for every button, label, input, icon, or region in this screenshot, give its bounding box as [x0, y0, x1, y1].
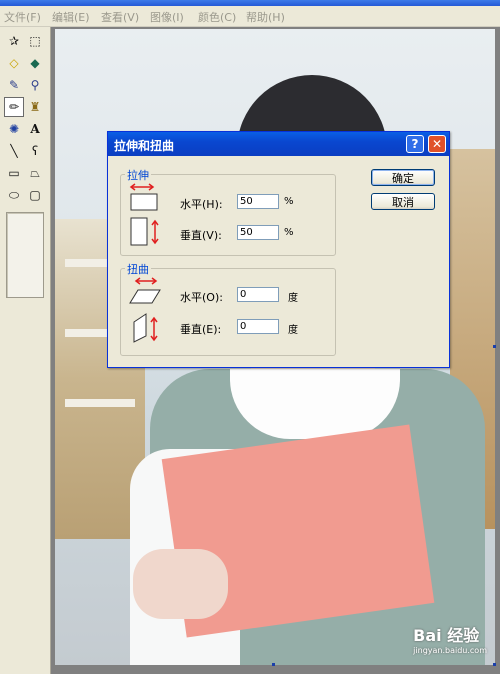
stretch-vertical-label: 垂直(V):	[180, 229, 222, 242]
toolbox: ✰ ⬚ ◇ ◆ ✎ ⚲ ✏ ♜ ✺ A ╲ ʕ ▭ ⏢ ⬭ ▢	[0, 27, 51, 674]
skew-horizontal-unit: 度	[288, 293, 298, 304]
curve-icon[interactable]: ʕ	[25, 141, 45, 161]
stretch-horizontal-label: 水平(H):	[180, 198, 223, 211]
pencil-icon[interactable]: ✏	[4, 97, 24, 117]
tool-options-panel[interactable]	[6, 212, 44, 298]
stretch-vertical-icon	[130, 217, 159, 246]
free-select-icon[interactable]: ✰	[4, 31, 24, 51]
rounded-rect-icon[interactable]: ▢	[25, 185, 45, 205]
skew-vertical-label: 垂直(E):	[180, 323, 222, 336]
color-picker-icon[interactable]: ✎	[4, 75, 24, 95]
menu-file[interactable]: 文件(F)	[4, 9, 41, 25]
watermark-url: jingyan.baidu.com	[413, 646, 487, 655]
menu-view[interactable]: 查看(V)	[101, 9, 139, 25]
stretch-group-label: 拉伸	[125, 167, 151, 183]
airbrush-icon[interactable]: ✺	[4, 119, 24, 139]
resize-handle[interactable]	[493, 663, 496, 666]
resize-handle[interactable]	[493, 345, 496, 348]
menu-bar: 文件(F) 编辑(E) 查看(V) 图像(I) 颜色(C) 帮助(H)	[0, 6, 500, 27]
stretch-horizontal-unit: %	[284, 196, 294, 207]
help-button[interactable]: ?	[406, 135, 424, 153]
stretch-vertical-input[interactable]: 50	[237, 225, 279, 240]
rect-select-icon[interactable]: ⬚	[25, 31, 45, 51]
watermark-brand: Bai 经验	[413, 626, 480, 645]
stretch-vertical-unit: %	[284, 227, 294, 238]
cancel-button[interactable]: 取消	[371, 193, 435, 210]
dialog-title: 拉伸和扭曲	[114, 139, 175, 153]
magnifier-icon[interactable]: ⚲	[25, 75, 45, 95]
text-icon[interactable]: A	[25, 119, 45, 139]
skew-vertical-unit: 度	[288, 325, 298, 336]
stretch-horizontal-input[interactable]: 50	[237, 194, 279, 209]
watermark: Bai 经验 jingyan.baidu.com	[413, 622, 487, 655]
dialog-title-bar[interactable]: 拉伸和扭曲 ? ✕	[108, 132, 449, 156]
stretch-skew-dialog: 拉伸和扭曲 ? ✕ 拉伸 水平(H): 50 % 垂直(V): 50 % 扭曲 …	[107, 131, 450, 368]
hand	[133, 549, 228, 619]
fill-bucket-icon[interactable]: ◆	[25, 53, 45, 73]
resize-handle[interactable]	[272, 663, 275, 666]
ok-button[interactable]: 确定	[371, 169, 435, 186]
polygon-icon[interactable]: ⏢	[25, 163, 45, 183]
skew-horizontal-icon	[129, 277, 161, 304]
line-icon[interactable]: ╲	[4, 141, 24, 161]
rectangle-icon[interactable]: ▭	[4, 163, 24, 183]
skew-vertical-input[interactable]: 0	[237, 319, 279, 334]
skew-vertical-icon	[133, 313, 158, 343]
shelf-board	[65, 399, 135, 407]
brush-icon[interactable]: ♜	[25, 97, 45, 117]
stretch-horizontal-icon	[129, 183, 158, 211]
eraser-icon[interactable]: ◇	[4, 53, 24, 73]
close-button[interactable]: ✕	[428, 135, 446, 153]
skew-horizontal-input[interactable]: 0	[237, 287, 279, 302]
menu-help[interactable]: 帮助(H)	[246, 9, 285, 25]
menu-edit[interactable]: 编辑(E)	[52, 9, 90, 25]
menu-colors[interactable]: 颜色(C)	[198, 9, 236, 25]
menu-image[interactable]: 图像(I)	[150, 9, 184, 25]
skew-horizontal-label: 水平(O):	[180, 291, 223, 304]
ellipse-icon[interactable]: ⬭	[4, 185, 24, 205]
skew-group-label: 扭曲	[125, 261, 151, 277]
